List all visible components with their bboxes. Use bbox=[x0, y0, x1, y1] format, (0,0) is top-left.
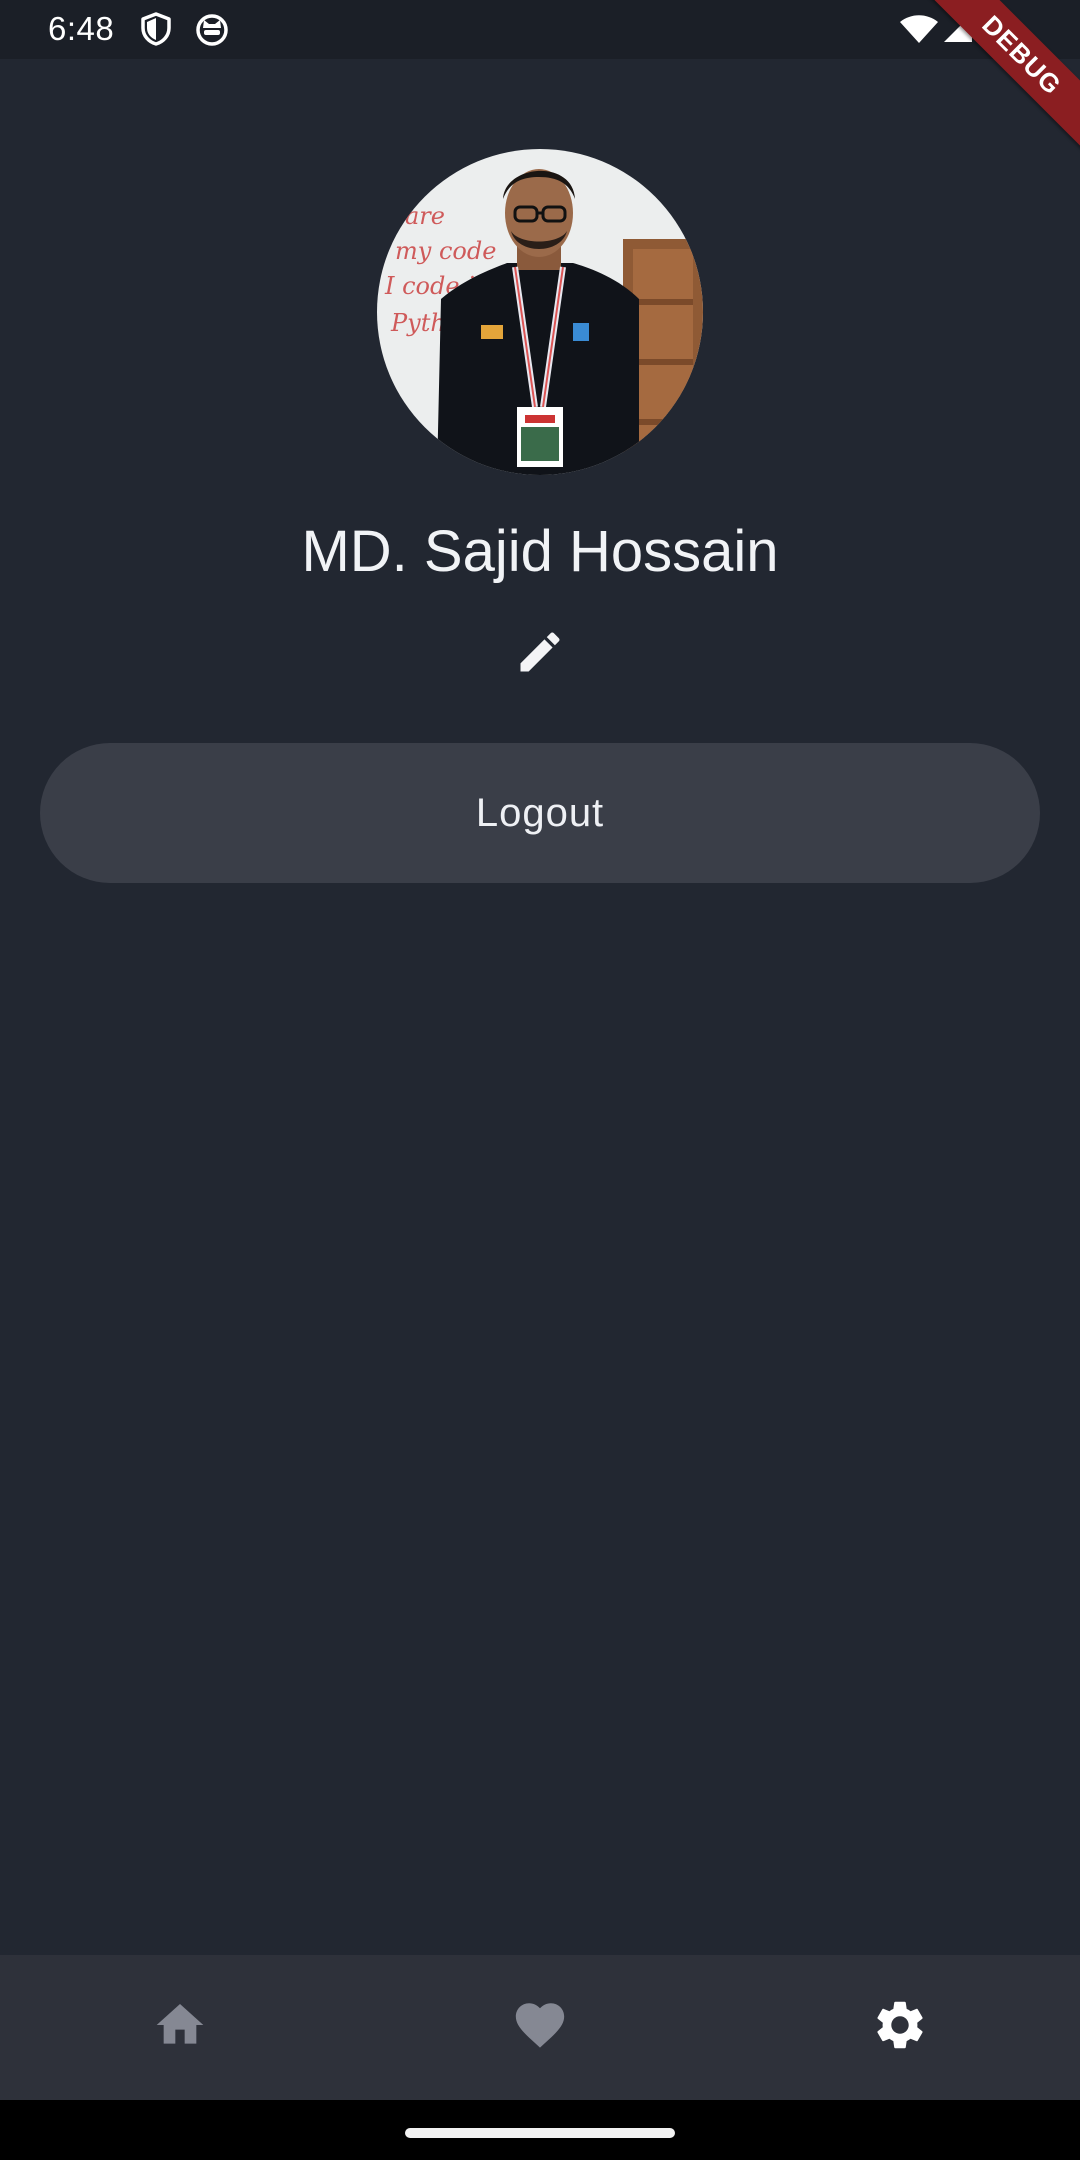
home-gesture-handle[interactable] bbox=[405, 2128, 675, 2138]
status-time: 6:48 bbox=[48, 10, 115, 47]
svg-text:are: are bbox=[405, 202, 445, 230]
nav-item-settings[interactable] bbox=[800, 1955, 1000, 2100]
shield-icon bbox=[140, 12, 172, 51]
profile-screen: 6:48 DEBUG are my code I code in Pytho M… bbox=[0, 0, 1080, 2160]
cat-icon bbox=[195, 12, 229, 51]
home-icon bbox=[152, 1997, 208, 2058]
bottom-navigation bbox=[0, 1955, 1080, 2100]
pencil-icon bbox=[514, 626, 566, 683]
heart-icon bbox=[511, 1996, 569, 2059]
profile-avatar: are my code I code in Pytho bbox=[377, 149, 703, 475]
profile-name: MD. Sajid Hossain bbox=[301, 519, 779, 584]
wifi-icon bbox=[899, 14, 939, 49]
edit-profile-button[interactable] bbox=[500, 614, 580, 694]
svg-text:my code: my code bbox=[395, 237, 496, 265]
nav-item-favorites[interactable] bbox=[440, 1955, 640, 2100]
gear-icon bbox=[871, 1996, 929, 2059]
status-bar: 6:48 bbox=[0, 0, 1080, 59]
nav-item-home[interactable] bbox=[80, 1955, 280, 2100]
logout-button[interactable]: Logout bbox=[40, 743, 1040, 883]
